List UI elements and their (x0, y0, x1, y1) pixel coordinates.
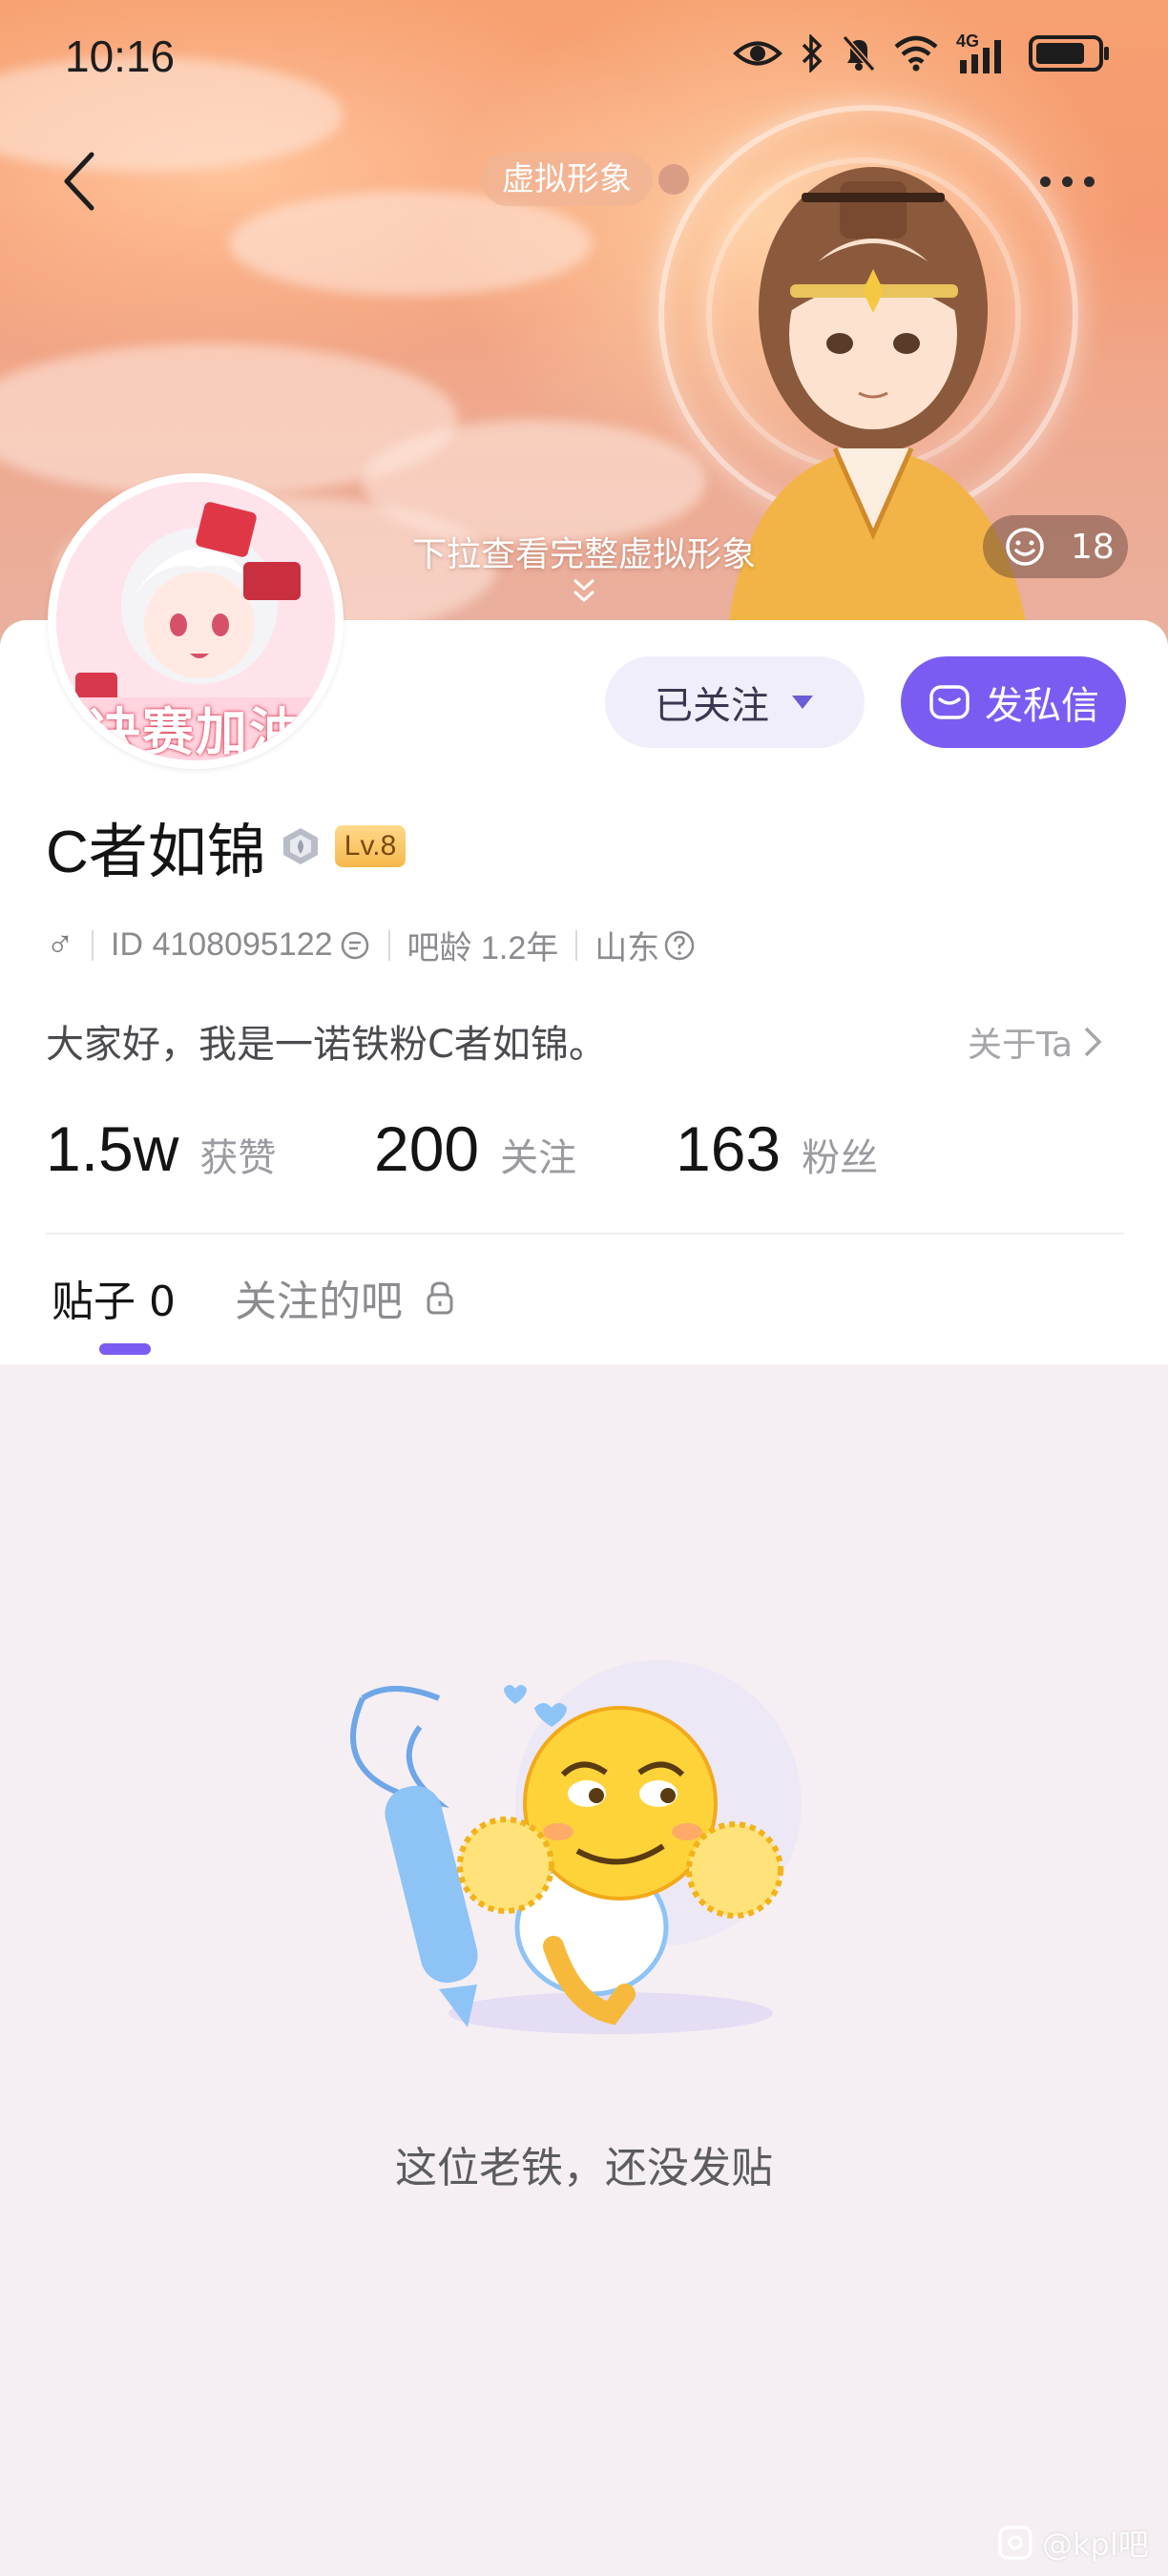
cellular-signal-icon: 4G (956, 31, 1012, 75)
location: 山东 (594, 930, 660, 966)
username: C者如锦 (46, 820, 266, 885)
copy-icon[interactable] (339, 929, 371, 962)
rank-badge-icon[interactable] (280, 825, 322, 867)
user-avatar[interactable]: 决赛加油 (48, 473, 344, 769)
fans-label: 粉丝 (802, 1136, 879, 1180)
back-button[interactable] (53, 143, 111, 219)
stat-following[interactable]: 200 关注 (374, 1112, 676, 1185)
followed-button[interactable]: 已关注 (605, 656, 865, 748)
profile-tabs: 贴子 0 关注的吧 (52, 1267, 456, 1328)
lock-icon (427, 1281, 453, 1315)
avatar-tag-dot (658, 164, 689, 195)
stats-row: 1.5w 获赞 200 关注 163 粉丝 (46, 1112, 878, 1185)
more-dots-icon (1040, 176, 1095, 187)
following-label: 关注 (500, 1136, 577, 1180)
gender-male-icon: ♂ (46, 924, 74, 966)
avatar-caption: 决赛加油 (89, 702, 302, 760)
empty-state-message: 这位老铁，还没发贴 (395, 2144, 773, 2192)
watermark-text: @kpl吧 (1042, 2526, 1149, 2563)
watermark: @kpl吧 (998, 2521, 1149, 2565)
mail-icon (929, 685, 970, 719)
divider (46, 1233, 1124, 1235)
bio-text: 大家好，我是一诺铁粉C者如锦。 (46, 1023, 607, 1067)
bar-age: 吧龄 1.2年 (407, 930, 559, 966)
back-arrow-icon (64, 152, 94, 211)
following-count: 200 (374, 1113, 480, 1184)
level-badge[interactable]: Lv.8 (334, 825, 407, 867)
status-bar: 10:16 4G (0, 0, 1168, 114)
status-icons: 4G (733, 31, 1111, 76)
smile-icon (1006, 528, 1044, 566)
fans-count: 163 (676, 1113, 782, 1184)
more-button[interactable] (1040, 162, 1107, 200)
virtual-avatar-tag[interactable]: 虚拟形象 (481, 153, 653, 206)
bluetooth-icon (800, 32, 824, 76)
about-label: 关于Ta (968, 1026, 1074, 1065)
send-message-label: 发私信 (985, 684, 1099, 728)
chevron-right-icon (1084, 1027, 1102, 1057)
profile-page: 10:16 4G 虚拟形象 下拉查看完整虚拟形象 18 决赛加油 已关注 发私信… (0, 0, 1168, 2576)
stat-fans[interactable]: 163 粉丝 (676, 1112, 878, 1185)
user-id: ID 4108095122 (111, 926, 333, 963)
eye-icon (733, 37, 782, 73)
profile-meta: ♂ ID 4108095122 吧龄 1.2年 山东 (46, 922, 696, 968)
wifi-icon (893, 35, 939, 75)
weibo-logo-icon (998, 2525, 1032, 2560)
likes-count: 1.5w (46, 1113, 179, 1184)
stat-likes: 1.5w 获赞 (46, 1112, 374, 1185)
caret-down-icon (792, 696, 813, 709)
tab-followed-bars[interactable]: 关注的吧 (235, 1267, 456, 1328)
username-row: C者如锦 Lv.8 (46, 803, 407, 889)
empty-state-illustration (350, 1660, 802, 2034)
likes-label: 获赞 (199, 1136, 277, 1180)
tab-followed-bars-label: 关注的吧 (234, 1278, 403, 1326)
active-tab-indicator (99, 1343, 151, 1355)
chevron-down-icon (573, 578, 595, 603)
bell-muted-icon (842, 34, 876, 76)
avatar-like-count: 18 (1071, 527, 1115, 567)
tab-posts[interactable]: 贴子 0 (52, 1267, 176, 1328)
avatar-like-button[interactable]: 18 (983, 515, 1128, 578)
status-time: 10:16 (65, 31, 176, 81)
help-icon[interactable] (663, 929, 696, 962)
battery-icon (1029, 34, 1111, 76)
about-link[interactable]: 关于Ta (968, 1017, 1103, 1067)
send-message-button[interactable]: 发私信 (901, 656, 1126, 748)
followed-label: 已关注 (655, 684, 769, 728)
